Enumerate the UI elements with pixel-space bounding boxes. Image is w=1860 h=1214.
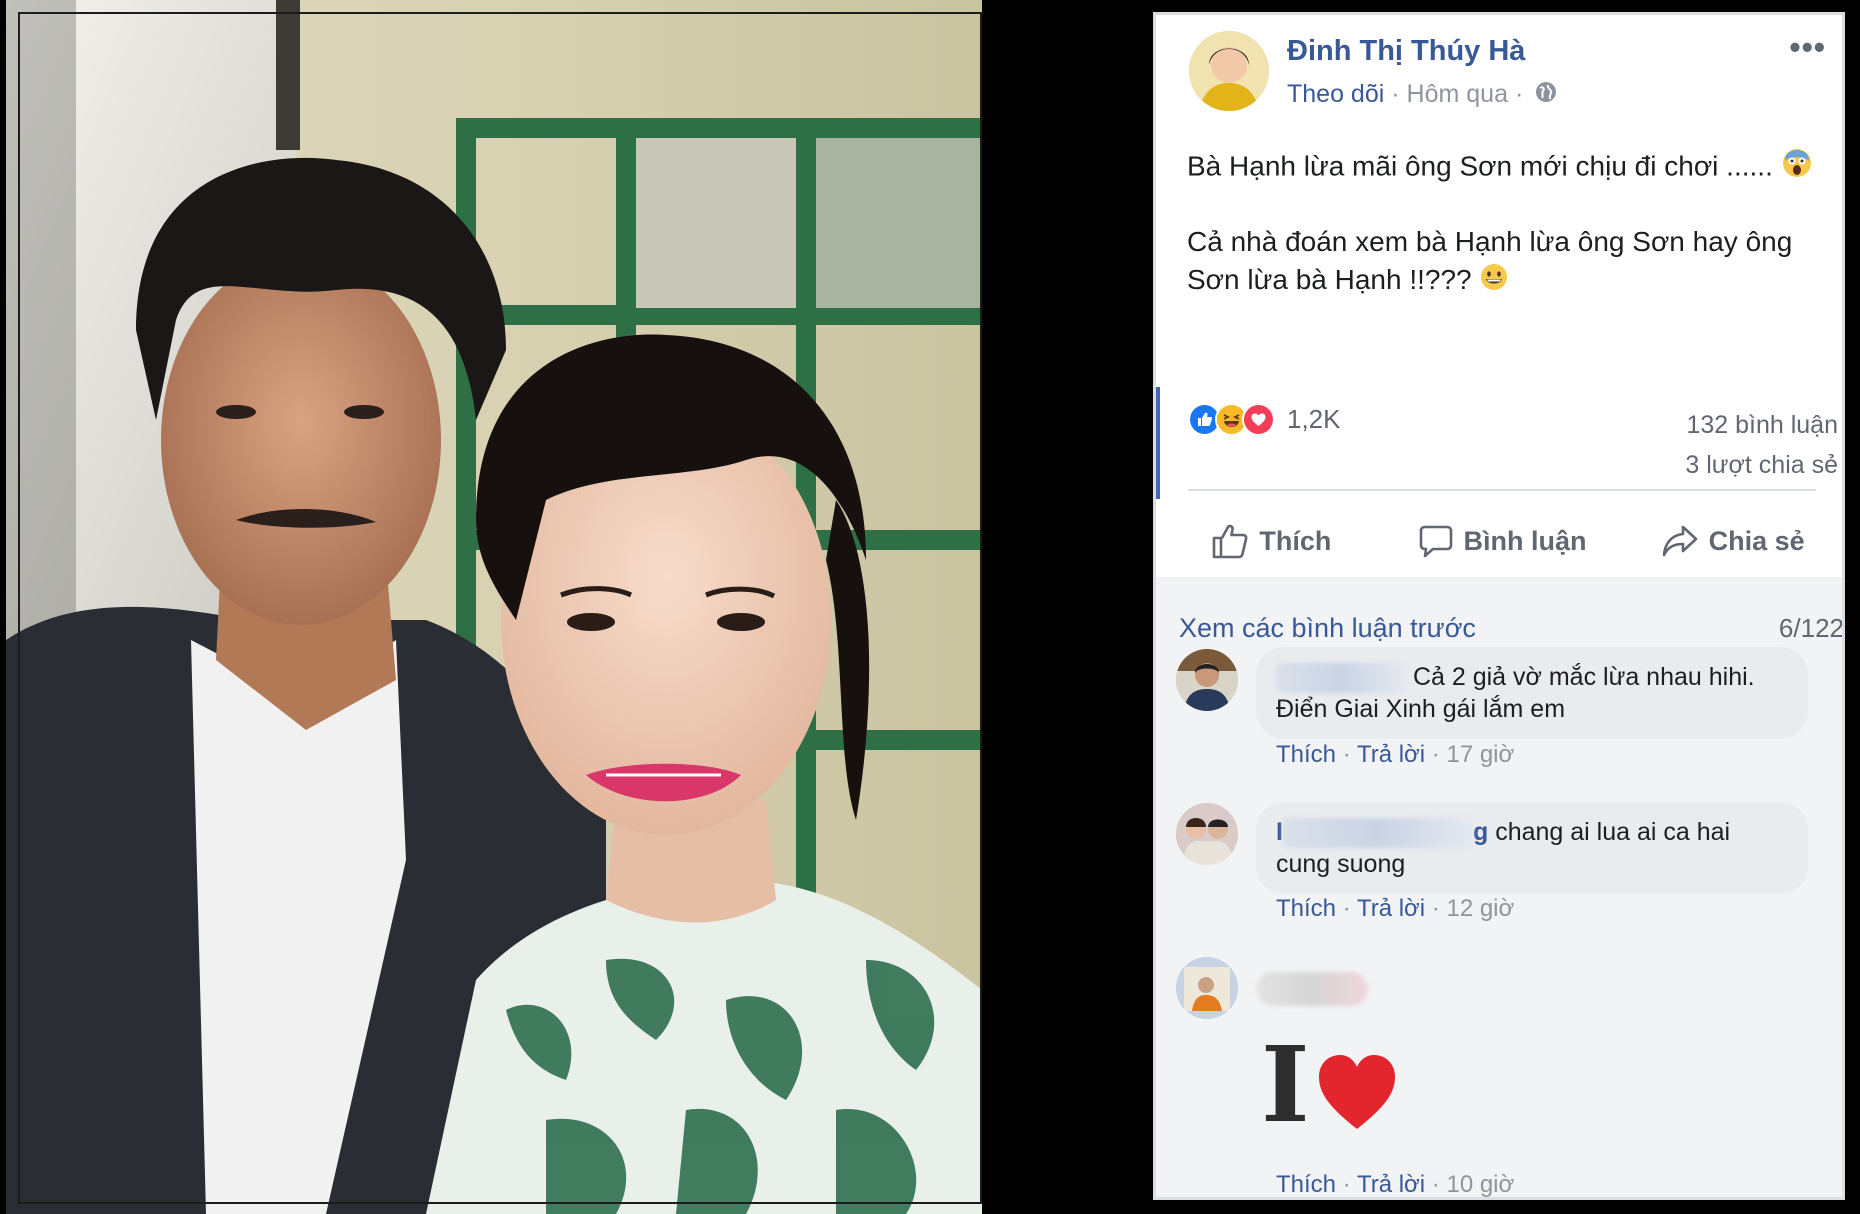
comments-count-link[interactable]: 132 bình luận	[1685, 405, 1838, 445]
comment-bubble-icon	[1419, 525, 1452, 558]
commenter-name-end[interactable]: g	[1473, 818, 1488, 846]
comment-like-link[interactable]: Thích	[1276, 1171, 1336, 1197]
separator: ·	[1431, 895, 1440, 922]
commenter-avatar[interactable]	[1176, 649, 1238, 711]
post-meta: Theo dõi · Hôm qua ·	[1287, 80, 1558, 111]
comment-actions: Thích · Trả lời · 12 giờ	[1276, 895, 1514, 923]
post-time[interactable]: Hôm qua	[1407, 80, 1508, 108]
thumbs-up-icon	[1213, 524, 1248, 559]
comment-reply-link[interactable]: Trả lời	[1357, 741, 1425, 768]
share-button-label: Chia sẻ	[1708, 525, 1805, 556]
post-action-bar: Thích Bình luận Chia sẻ	[1156, 505, 1842, 577]
divider	[1188, 489, 1816, 491]
grin-emoji-icon	[1479, 262, 1509, 302]
comment-bubble: Cả 2 giả vờ mắc lừa nhau hihi. Điển Giai…	[1256, 647, 1808, 740]
meta-separator: ·	[1514, 80, 1524, 109]
separator: ·	[1431, 741, 1440, 768]
share-button[interactable]: Chia sẻ	[1617, 505, 1842, 577]
selfie-image	[6, 0, 982, 1214]
share-arrow-icon	[1662, 525, 1697, 557]
view-previous-comments-link[interactable]: Xem các bình luận trước	[1179, 613, 1476, 644]
love-reaction-icon	[1242, 402, 1275, 436]
comment-reply-link[interactable]: Trả lời	[1357, 895, 1425, 922]
focus-indicator	[1156, 387, 1160, 499]
separator: ·	[1342, 895, 1351, 922]
author-avatar[interactable]	[1189, 31, 1269, 111]
meta-separator: ·	[1391, 80, 1400, 109]
post-text: Bà Hạnh lừa mãi ông Sơn mới chịu đi chơi…	[1187, 147, 1827, 336]
commenter-name-start[interactable]: I	[1276, 818, 1283, 846]
comment-text: cung suong	[1276, 850, 1406, 879]
author-name[interactable]: Đinh Thị Thúy Hà	[1287, 35, 1525, 68]
comment-actions: Thích · Trả lời · 17 giờ	[1276, 741, 1514, 769]
more-options-icon[interactable]: •••	[1789, 31, 1826, 63]
separator: ·	[1342, 1171, 1351, 1198]
comment-reply-link[interactable]: Trả lời	[1357, 1171, 1425, 1197]
comment-time[interactable]: 12 giờ	[1446, 895, 1514, 922]
separator: ·	[1431, 1171, 1440, 1198]
i-love-sticker[interactable]: I	[1259, 1023, 1409, 1146]
separator: ·	[1342, 741, 1351, 768]
comment-text: chang ai lua ai ca hai	[1495, 818, 1731, 846]
post-photo[interactable]	[6, 0, 982, 1214]
reaction-summary[interactable]: 1,2K	[1188, 401, 1341, 437]
comment-bubble: Ig chang ai lua ai ca hai cung suong	[1256, 802, 1808, 895]
post-stats: 132 bình luận 3 lượt chia sẻ	[1685, 405, 1838, 485]
follow-link[interactable]: Theo dõi	[1287, 80, 1384, 108]
comment-button[interactable]: Bình luận	[1387, 505, 1618, 577]
commenter-avatar[interactable]	[1176, 803, 1238, 865]
comment-actions: Thích · Trả lời · 10 giờ	[1276, 1171, 1514, 1198]
redacted-commenter-name[interactable]	[1276, 663, 1406, 694]
globe-icon	[1534, 80, 1558, 111]
comments-section: Xem các bình luận trước 6/122 Cả 2 giả v…	[1156, 577, 1844, 1198]
like-button-label: Thích	[1259, 525, 1332, 556]
post-panel: Đinh Thị Thúy Hà Theo dõi · Hôm qua · ••…	[1153, 12, 1845, 1200]
shares-count-link[interactable]: 3 lượt chia sẻ	[1685, 445, 1838, 485]
comment-time[interactable]: 10 giờ	[1446, 1171, 1514, 1197]
comment-text: Cả 2 giả vờ mắc lừa nhau hihi.	[1412, 663, 1755, 691]
like-button[interactable]: Thích	[1156, 505, 1387, 577]
scream-emoji-icon	[1781, 147, 1813, 189]
redacted-commenter-name[interactable]	[1282, 818, 1473, 849]
comment-time[interactable]: 17 giờ	[1446, 741, 1514, 768]
comment-button-label: Bình luận	[1463, 525, 1587, 556]
sticker-letter: I	[1261, 1037, 1310, 1137]
comment-like-link[interactable]: Thích	[1276, 741, 1336, 768]
redacted-commenter-name[interactable]	[1256, 972, 1368, 1006]
comments-pagination-count: 6/122	[1778, 613, 1844, 643]
post-text-line: Bà Hạnh lừa mãi ông Sơn mới chịu đi chơi…	[1187, 150, 1773, 182]
comment-text: Điển Giai Xinh gái lắm em	[1276, 695, 1566, 724]
comment-like-link[interactable]: Thích	[1276, 895, 1336, 922]
commenter-avatar[interactable]	[1176, 957, 1238, 1019]
reaction-count[interactable]: 1,2K	[1287, 404, 1341, 435]
heart-icon	[1319, 1055, 1395, 1129]
